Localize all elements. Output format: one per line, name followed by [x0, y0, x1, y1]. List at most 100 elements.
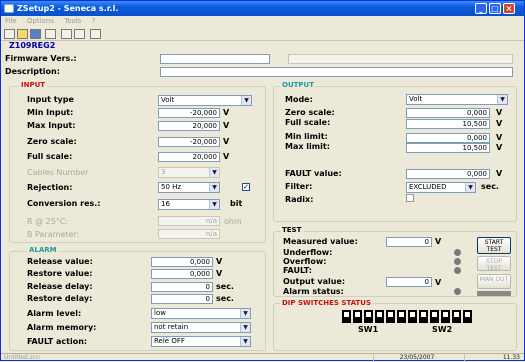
- max-limit-unit: V: [496, 143, 503, 152]
- measured-value-label: Measured value:: [283, 237, 358, 246]
- release-delay-field[interactable]: 0: [151, 282, 213, 292]
- dip-switch-8-icon: [419, 310, 428, 323]
- dip-switch-11-icon: [452, 310, 461, 323]
- restore-delay-label: Restore delay:: [27, 294, 93, 303]
- input-zero-scale-field[interactable]: -20,000: [158, 137, 220, 147]
- max-input-field[interactable]: 20,000: [158, 121, 220, 131]
- menu-help[interactable]: ?: [92, 17, 96, 25]
- rejection-checkbox[interactable]: ✓: [242, 183, 250, 191]
- dip-switch-12-icon: [463, 310, 472, 323]
- fault-value-field[interactable]: 0,000: [406, 169, 490, 179]
- alarm-memory-value: not retain: [154, 323, 189, 331]
- release-value-field[interactable]: 0,000: [151, 257, 213, 267]
- chevron-down-icon: ▼: [497, 95, 507, 104]
- description-label: Description:: [5, 67, 60, 76]
- app-icon: [4, 4, 14, 13]
- alarm-status-label: Alarm status:: [283, 287, 344, 296]
- filter-label: Filter:: [285, 182, 313, 191]
- min-limit-unit: V: [496, 133, 503, 142]
- output-value-field[interactable]: 0: [386, 277, 432, 287]
- output-full-scale-field[interactable]: 10,500: [406, 119, 490, 129]
- firmware-label: Firmware Vers.:: [5, 54, 77, 63]
- r25-label: R @ 25°C:: [27, 217, 69, 226]
- write-device-icon[interactable]: [74, 29, 85, 39]
- conversion-res-value: 16: [161, 200, 170, 208]
- menu-tools[interactable]: Tools: [64, 17, 81, 25]
- dip-title: DIP SWITCHES STATUS: [280, 299, 374, 307]
- test-title: TEST: [280, 226, 304, 234]
- max-limit-field[interactable]: 10,500: [406, 143, 490, 153]
- alarm-title: ALARM: [27, 246, 59, 254]
- input-full-scale-unit: V: [223, 152, 230, 161]
- input-type-label: Input type: [27, 95, 74, 104]
- fault-action-label: FAULT action:: [27, 337, 88, 346]
- output-value-unit: V: [435, 278, 442, 287]
- min-input-field[interactable]: -20,000: [158, 108, 220, 118]
- underflow-label: Underflow:: [283, 248, 333, 257]
- mode-select[interactable]: Volt ▼: [406, 94, 508, 105]
- filter-unit: sec.: [481, 182, 499, 191]
- input-type-select[interactable]: Volt ▼: [158, 95, 252, 106]
- alarm-level-value: low: [154, 309, 166, 317]
- open-folder-icon[interactable]: [17, 29, 28, 39]
- new-file-icon[interactable]: [4, 29, 15, 39]
- maximize-icon[interactable]: □: [489, 3, 501, 14]
- input-zero-scale-unit: V: [223, 137, 230, 146]
- save-icon[interactable]: [30, 29, 41, 39]
- alarm-level-select[interactable]: low ▼: [151, 308, 251, 319]
- firmware-field[interactable]: [160, 54, 270, 64]
- chevron-down-icon: ▼: [465, 183, 475, 192]
- toolbar: [1, 27, 524, 41]
- overflow-led-icon: [454, 258, 461, 265]
- firmware-info-field: [288, 54, 513, 64]
- input-full-scale-label: Full scale:: [27, 152, 73, 161]
- min-limit-label: Min limit:: [285, 132, 328, 141]
- close-icon[interactable]: ×: [503, 3, 515, 14]
- alarm-memory-label: Alarm memory:: [27, 323, 97, 332]
- restore-delay-field[interactable]: 0: [151, 294, 213, 304]
- rejection-select[interactable]: 50 Hz ▼: [158, 182, 220, 193]
- sw1-label: SW1: [358, 325, 379, 334]
- description-field[interactable]: [160, 67, 513, 77]
- min-input-unit: V: [223, 108, 230, 117]
- conversion-res-unit: bit: [230, 199, 243, 208]
- start-test-button[interactable]: START TEST: [477, 237, 511, 254]
- underflow-led-icon: [454, 249, 461, 256]
- input-full-scale-field[interactable]: 20,000: [158, 152, 220, 162]
- dip-switch-9-icon: [430, 310, 439, 323]
- man-out-button: MAN OUT: [477, 274, 511, 289]
- r25-field: n/a: [158, 216, 220, 226]
- sw2-label: SW2: [432, 325, 453, 334]
- restore-value-field[interactable]: 0,000: [151, 269, 213, 279]
- menu-options[interactable]: Options: [27, 17, 54, 25]
- menu-bar: File Options Tools ?: [1, 16, 524, 27]
- b-parameter-label: B Parameter:: [27, 230, 80, 239]
- fault-action-select[interactable]: Relè OFF ▼: [151, 336, 251, 347]
- connect-icon[interactable]: [90, 29, 101, 39]
- read-device-icon[interactable]: [61, 29, 72, 39]
- radix-checkbox[interactable]: [406, 194, 414, 202]
- output-zero-scale-field[interactable]: 0,000: [406, 108, 490, 118]
- minimize-icon[interactable]: _: [475, 3, 487, 14]
- release-delay-unit: sec.: [216, 282, 234, 291]
- filter-select[interactable]: EXCLUDED ▼: [406, 182, 476, 193]
- dip-switch-4-icon: [375, 310, 384, 323]
- cables-number-select: 3 ▼: [158, 167, 220, 178]
- restore-delay-unit: sec.: [216, 294, 234, 303]
- min-limit-field[interactable]: 0,000: [406, 133, 490, 143]
- print-icon[interactable]: [45, 29, 56, 39]
- chevron-down-icon: ▼: [240, 309, 250, 318]
- chevron-down-icon: ▼: [209, 183, 219, 192]
- overflow-label: Overflow:: [283, 257, 327, 266]
- output-zero-scale-label: Zero scale:: [285, 108, 335, 117]
- dip-switch-7-icon: [408, 310, 417, 323]
- conversion-res-select[interactable]: 16 ▼: [158, 199, 220, 210]
- chevron-down-icon: ▼: [240, 323, 250, 332]
- menu-file[interactable]: File: [5, 17, 17, 25]
- man-out-bar: [477, 291, 511, 296]
- dip-switch-1-icon: [342, 310, 351, 323]
- rejection-label: Rejection:: [27, 183, 73, 192]
- alarm-memory-select[interactable]: not retain ▼: [151, 322, 251, 333]
- main-window: ZSetup2 - Seneca s.r.l. _ □ × File Optio…: [0, 0, 525, 362]
- output-value-label: Output value:: [283, 277, 346, 286]
